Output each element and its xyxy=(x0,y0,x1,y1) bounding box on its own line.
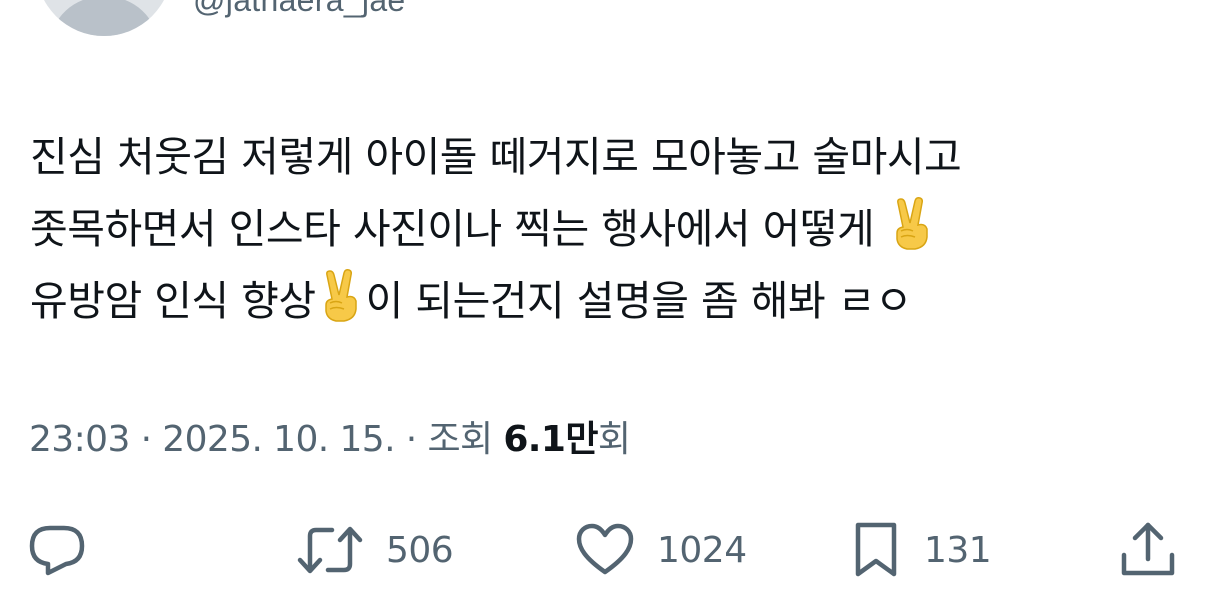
meta-separator: · xyxy=(129,419,163,460)
victory-hand-emoji xyxy=(896,197,928,250)
meta-separator: · xyxy=(394,419,428,460)
reply-button[interactable] xyxy=(28,520,86,580)
tweet-line-1-text: 진심 처웃김 저렇게 아이돌 떼거지로 모아놓고 술마시고 xyxy=(30,133,962,181)
heart-icon xyxy=(576,523,634,575)
default-avatar-silhouette xyxy=(50,0,158,36)
like-count: 1024 xyxy=(657,529,747,571)
retweet-icon xyxy=(297,526,363,574)
share-button[interactable] xyxy=(1118,520,1178,580)
reply-icon xyxy=(29,525,85,576)
tweet-line-3: 유방암 인식 향상 이 되는건지 설명을 좀 해봐 ㄹㅇ xyxy=(30,265,1190,337)
victory-hand-emoji xyxy=(324,269,357,322)
retweet-count: 506 xyxy=(386,529,454,571)
views-label: 조회 xyxy=(427,419,504,460)
like-button[interactable]: 1024 xyxy=(575,520,747,580)
bookmark-icon xyxy=(855,522,897,577)
tweet-metadata: 23:03 · 2025. 10. 15. · 조회 6.1만회 xyxy=(29,418,631,462)
tweet-line-1: 진심 처웃김 저렇게 아이돌 떼거지로 모아놓고 술마시고 xyxy=(30,121,1190,193)
views-count: 6.1만 xyxy=(503,419,598,460)
author-handle[interactable]: @jathaera_jae xyxy=(193,0,406,16)
bookmark-button[interactable]: 131 xyxy=(850,520,992,580)
tweet-line-3-text: 유방암 인식 향상 xyxy=(30,277,316,325)
tweet-text: 진심 처웃김 저렇게 아이돌 떼거지로 모아놓고 술마시고 좃목하면서 인스타 … xyxy=(30,121,1190,337)
share-icon xyxy=(1121,522,1175,576)
bookmark-count: 131 xyxy=(924,529,992,571)
tweet-line-3-after: 이 되는건지 설명을 좀 해봐 ㄹㅇ xyxy=(365,277,913,325)
retweet-button[interactable]: 506 xyxy=(296,520,454,580)
tweet-date[interactable]: 2025. 10. 15. xyxy=(162,419,395,460)
tweet-line-2: 좃목하면서 인스타 사진이나 찍는 행사에서 어떻게 xyxy=(30,193,1190,265)
tweet-time[interactable]: 23:03 xyxy=(29,419,130,460)
views-suffix: 회 xyxy=(597,419,631,460)
tweet-action-bar: 506 1024 131 xyxy=(0,520,1206,580)
avatar[interactable] xyxy=(36,0,172,36)
tweet-line-2-text: 좃목하면서 인스타 사진이나 찍는 행사에서 어떻게 xyxy=(30,205,887,253)
